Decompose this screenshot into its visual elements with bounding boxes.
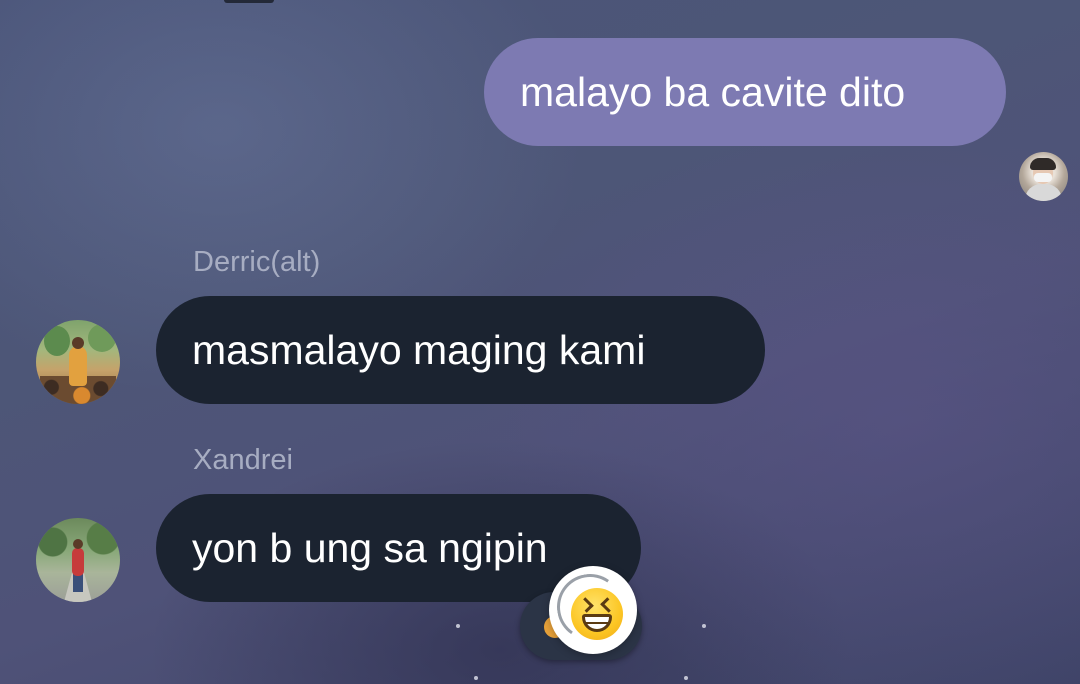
incoming-message-bubble[interactable]: masmalayo maging kami	[156, 296, 765, 404]
sparkle-dot	[684, 676, 688, 680]
reaction-badge[interactable]	[549, 566, 637, 654]
sparkle-dot	[474, 676, 478, 680]
previous-message-edge	[224, 0, 274, 3]
avatar-derric[interactable]	[36, 320, 120, 404]
self-avatar-read-receipt	[1019, 152, 1068, 201]
avatar-xandrei[interactable]	[36, 518, 120, 602]
chat-thread: malayo ba cavite dito Derric(alt) masmal…	[0, 0, 1080, 684]
sparkle-dot	[702, 624, 706, 628]
sender-name-xandrei: Xandrei	[193, 444, 293, 476]
sender-name-derric: Derric(alt)	[193, 246, 321, 278]
sparkle-dot	[456, 624, 460, 628]
grinning-squinting-face-emoji-icon	[571, 588, 623, 640]
outgoing-message-bubble[interactable]: malayo ba cavite dito	[484, 38, 1006, 146]
